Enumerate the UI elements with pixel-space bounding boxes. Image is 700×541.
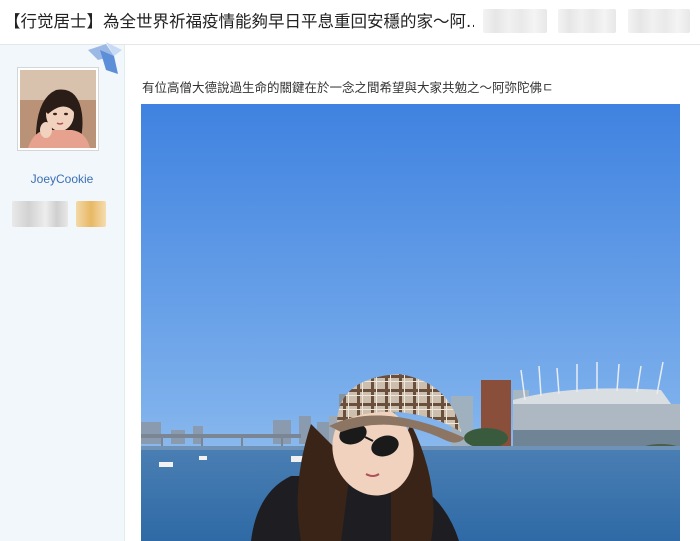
blurred-header-button-3[interactable] bbox=[628, 9, 690, 33]
author-username[interactable]: JoeyCookie bbox=[0, 172, 124, 186]
post-corner-ribbon-icon bbox=[88, 42, 122, 74]
author-sidebar: JoeyCookie bbox=[0, 45, 125, 541]
post-title[interactable]: 【行觉居士】為全世界祈福疫情能夠早日平息重回安穩的家～阿... bbox=[4, 11, 474, 33]
post-photo[interactable] bbox=[141, 104, 680, 541]
photo-graphic bbox=[141, 104, 680, 541]
post-header: 【行觉居士】為全世界祈福疫情能夠早日平息重回安穩的家～阿... bbox=[0, 0, 700, 45]
post-body-text: 有位高僧大德說過生命的關鍵在於一念之間希望與大家共勉之～阿弥陀佛ㄷ bbox=[142, 80, 554, 95]
blurred-header-button-1[interactable] bbox=[483, 9, 547, 33]
blurred-badge-2 bbox=[76, 201, 106, 227]
blurred-header-button-2[interactable] bbox=[558, 9, 616, 33]
avatar-portrait-graphic bbox=[20, 70, 96, 148]
avatar-frame[interactable] bbox=[17, 67, 99, 151]
blurred-badge-1 bbox=[12, 201, 68, 227]
avatar[interactable] bbox=[20, 70, 96, 148]
